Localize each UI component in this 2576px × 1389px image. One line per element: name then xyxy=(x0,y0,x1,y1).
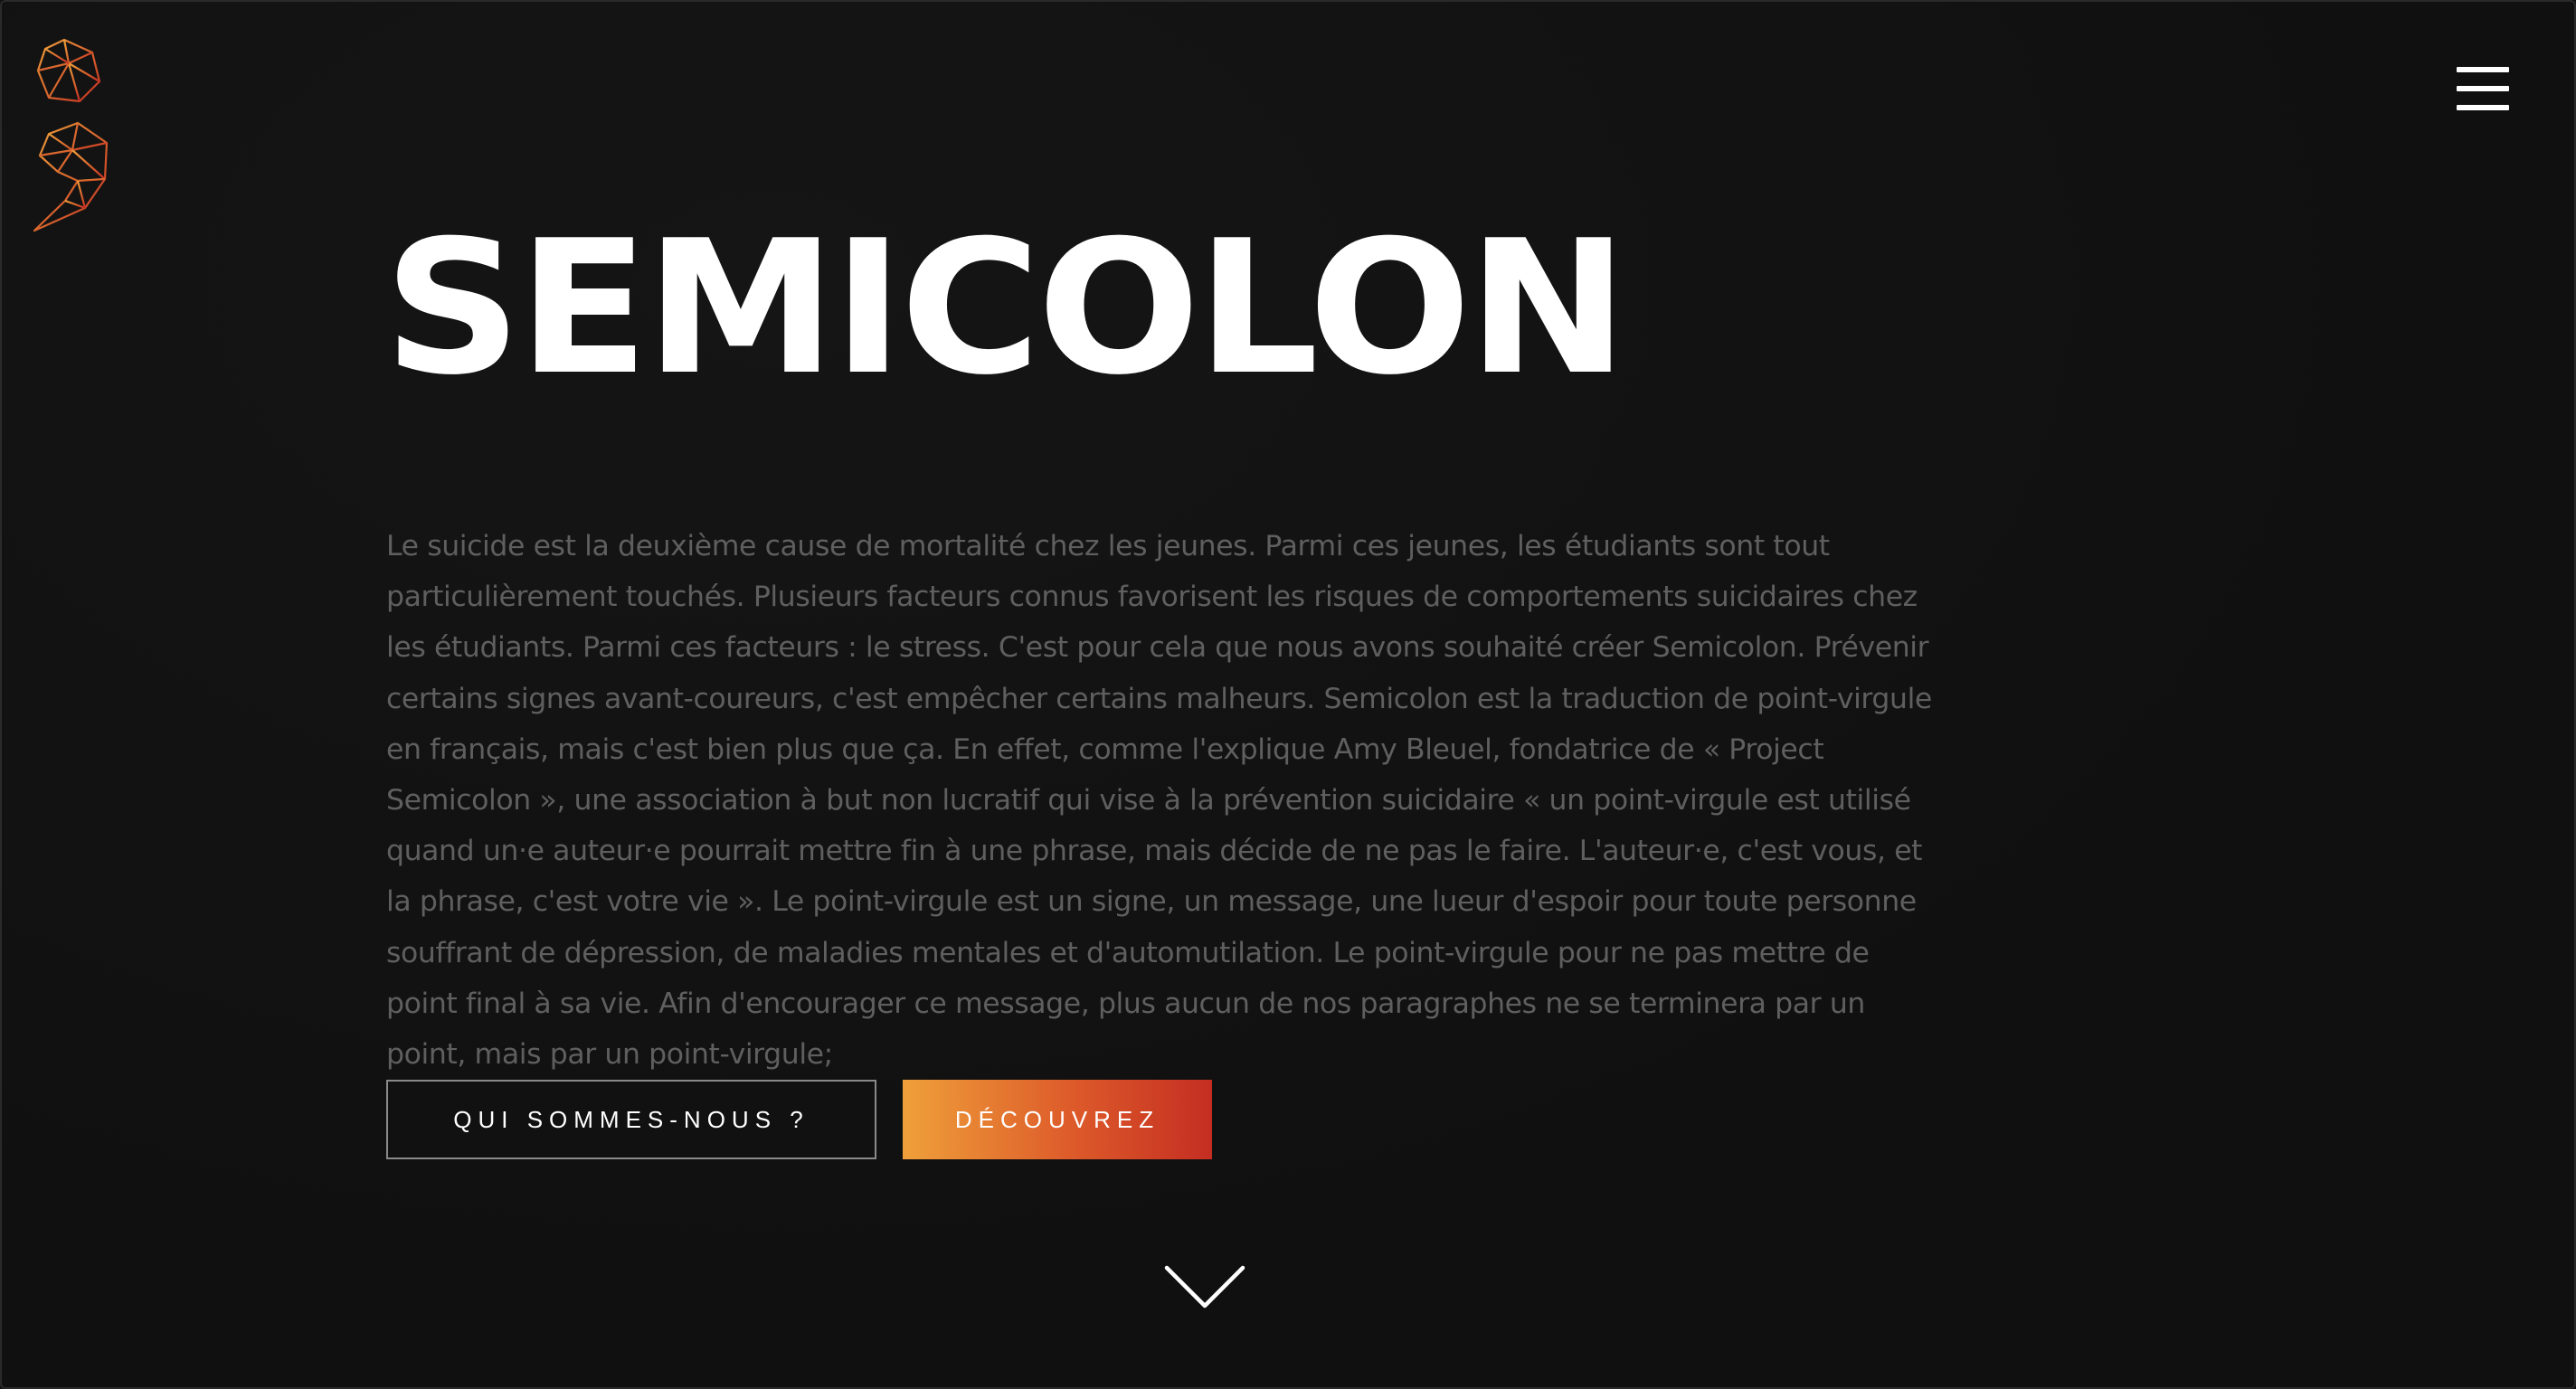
who-are-we-button[interactable]: QUI SOMMES-NOUS ? xyxy=(386,1080,876,1159)
intro-paragraph: Le suicide est la deuxième cause de mort… xyxy=(386,530,1932,1072)
discover-button[interactable]: DÉCOUVREZ xyxy=(903,1080,1212,1159)
chevron-down-icon[interactable] xyxy=(1163,1264,1246,1311)
page-title: SEMICOLON xyxy=(384,202,1628,416)
hamburger-menu-icon[interactable] xyxy=(2457,63,2513,114)
semicolon-logo-icon[interactable] xyxy=(33,36,114,240)
